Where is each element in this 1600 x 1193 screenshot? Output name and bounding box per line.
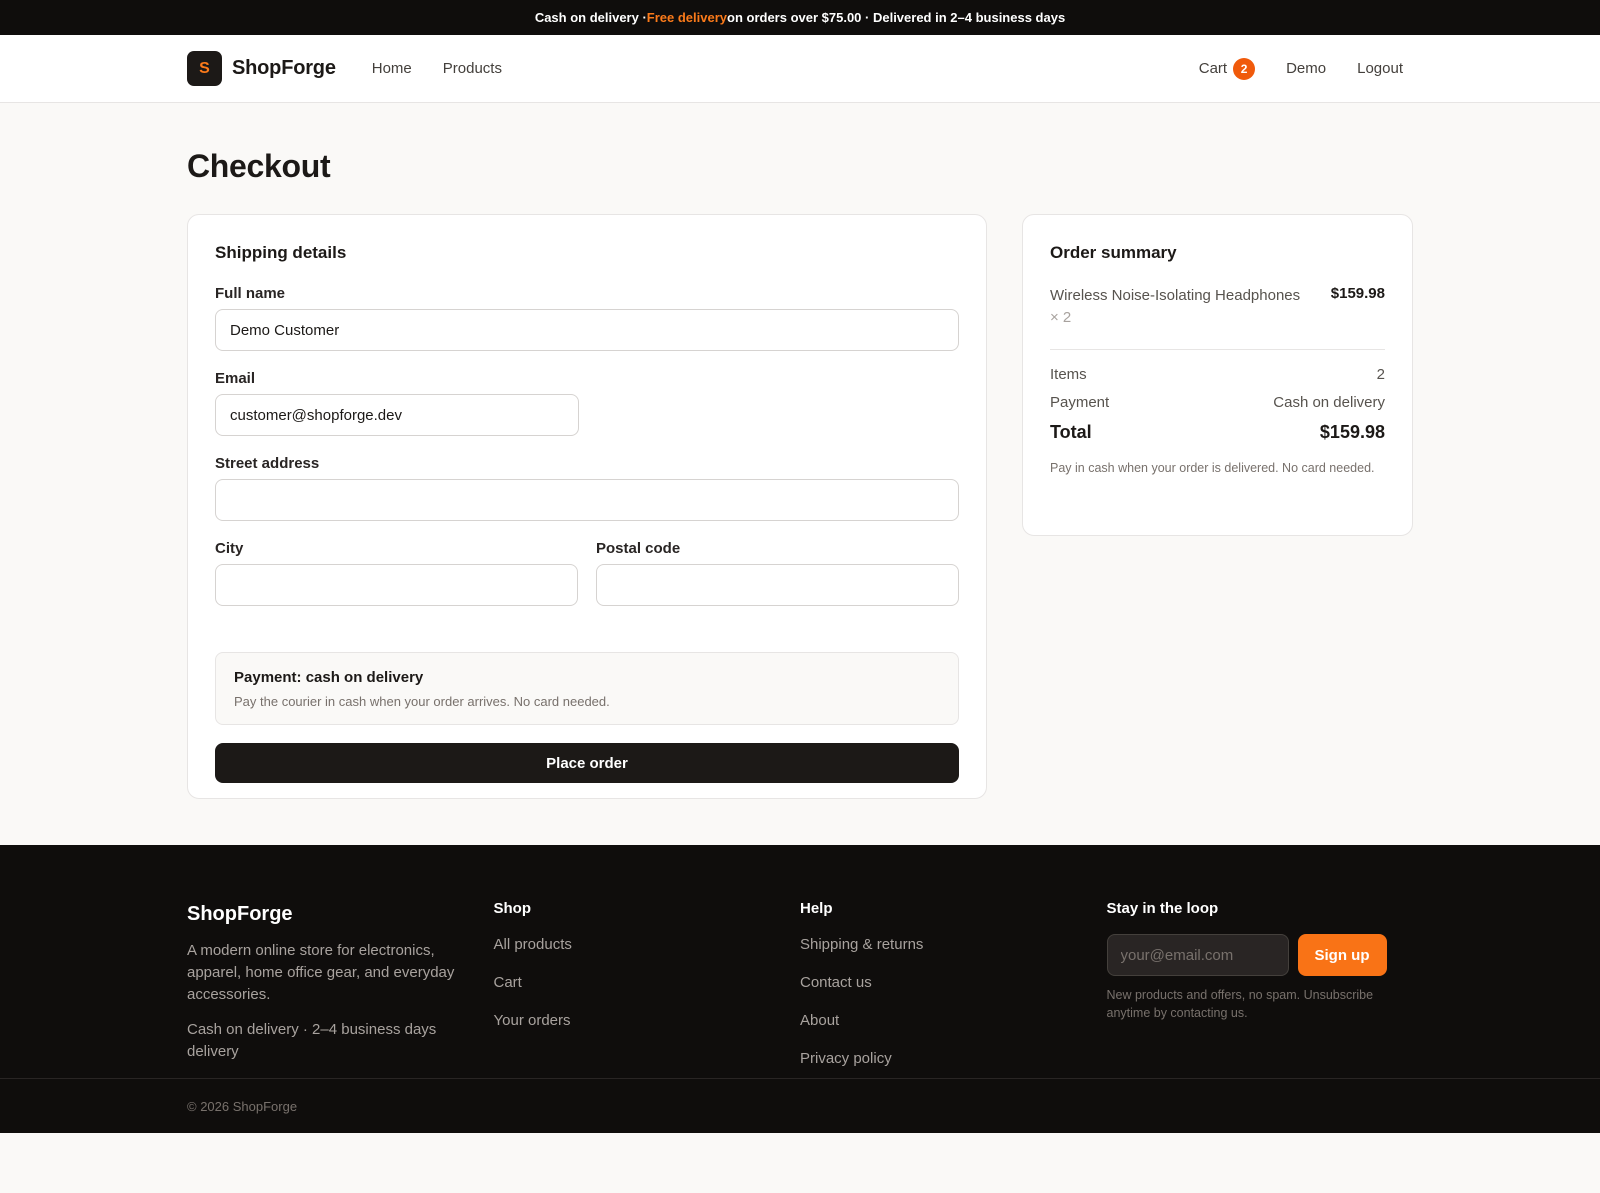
logo-icon: S: [187, 51, 222, 86]
postal-code-label: Postal code: [596, 540, 681, 557]
city-label: City: [215, 540, 244, 557]
email-field: Email: [215, 370, 959, 436]
announcement-highlight: Free delivery: [646, 10, 728, 25]
footer-brand-column: ShopForge A modern online store for elec…: [187, 900, 494, 1088]
footer-link-all-products[interactable]: All products: [494, 936, 801, 953]
footer-newsletter-column: Stay in the loop Sign up New products an…: [1106, 900, 1414, 1088]
copyright-bar: © 2026 ShopForge: [0, 1078, 1600, 1133]
email-label: Email: [215, 370, 256, 387]
page-title: Checkout: [187, 148, 331, 184]
nav-link-home[interactable]: Home: [372, 60, 412, 77]
footer-shop-title: Shop: [493, 900, 532, 917]
summary-payment-value: Cash on delivery: [1273, 394, 1385, 411]
full-name-input[interactable]: [215, 309, 959, 351]
footer-shop-column: Shop All products Cart Your orders: [494, 900, 801, 1088]
nav-link-products[interactable]: Products: [443, 60, 502, 77]
newsletter-note: New products and offers, no spam. Unsubs…: [1106, 988, 1374, 1020]
order-summary-card: Order summary Wireless Noise-Isolating H…: [1022, 214, 1413, 536]
announcement-bar: Cash on delivery · Free delivery on orde…: [0, 0, 1600, 35]
logo[interactable]: S ShopForge: [187, 51, 336, 86]
payment-method-box: Payment: cash on delivery Pay the courie…: [215, 652, 959, 725]
footer-delivery-info: Cash on delivery · 2–4 business days del…: [187, 1021, 437, 1060]
summary-item-name: Wireless Noise-Isolating Headphones: [1050, 287, 1301, 304]
summary-note: Pay in cash when your order is delivered…: [1050, 461, 1375, 475]
footer-brand: ShopForge: [187, 903, 293, 925]
cart-label: Cart: [1198, 60, 1228, 77]
footer-help-title: Help: [800, 900, 833, 917]
summary-total-row: Total $159.98: [1050, 422, 1385, 443]
footer-help-column: Help Shipping & returns Contact us About…: [800, 900, 1107, 1088]
announcement-text-rest: on orders over $75.00 · Delivered in 2–4…: [727, 10, 1066, 25]
shipping-details-title: Shipping details: [215, 243, 347, 262]
summary-item-qty: × 2: [1050, 309, 1072, 326]
summary-items-row: Items 2: [1050, 366, 1385, 383]
footer-link-your-orders[interactable]: Your orders: [494, 1012, 801, 1029]
footer-link-shipping-returns[interactable]: Shipping & returns: [800, 936, 1107, 953]
footer-link-cart[interactable]: Cart: [494, 974, 801, 991]
footer-columns: ShopForge A modern online store for elec…: [187, 845, 1413, 1088]
user-link[interactable]: Demo: [1286, 60, 1326, 77]
place-order-button[interactable]: Place order: [215, 743, 959, 783]
signup-button[interactable]: Sign up: [1297, 934, 1387, 976]
site-footer: ShopForge A modern online store for elec…: [0, 845, 1600, 1133]
copyright-text: © 2026 ShopForge: [187, 1098, 298, 1114]
logout-link[interactable]: Logout: [1357, 60, 1403, 77]
street-address-input[interactable]: [215, 479, 959, 521]
payment-method-desc: Pay the courier in cash when your order …: [234, 694, 610, 709]
newsletter-email-input[interactable]: [1106, 934, 1289, 976]
street-address-field: Street address: [215, 455, 959, 521]
full-name-label: Full name: [215, 285, 286, 302]
email-input[interactable]: [215, 394, 579, 436]
brand-name: ShopForge: [232, 57, 336, 79]
city-postal-row: City Postal code: [215, 540, 959, 625]
summary-total-value: $159.98: [1319, 422, 1385, 442]
footer-link-contact[interactable]: Contact us: [800, 974, 1107, 991]
nav-links: Home Products: [372, 60, 502, 77]
summary-payment-row: Payment Cash on delivery: [1050, 394, 1385, 411]
payment-method-title: Payment: cash on delivery: [234, 669, 424, 686]
postal-code-field: Postal code: [596, 540, 959, 606]
newsletter-form: Sign up: [1106, 934, 1414, 976]
city-input[interactable]: [215, 564, 578, 606]
order-summary-title: Order summary: [1050, 243, 1177, 262]
footer-description: A modern online store for electronics, a…: [187, 942, 455, 1003]
street-address-label: Street address: [215, 455, 320, 472]
nav-right: Cart 2 Demo Logout: [1198, 57, 1403, 80]
summary-item-price: $159.98: [1330, 285, 1385, 302]
city-field: City: [215, 540, 578, 606]
footer-link-privacy[interactable]: Privacy policy: [800, 1050, 1107, 1067]
footer-link-about[interactable]: About: [800, 1012, 1107, 1029]
cart-count-badge: 2: [1233, 57, 1256, 80]
full-name-field: Full name: [215, 285, 959, 351]
main-content: Checkout Shipping details Full name Emai…: [0, 103, 1600, 845]
summary-item-name-block: Wireless Noise-Isolating Headphones × 2: [1050, 285, 1300, 329]
summary-line-item: Wireless Noise-Isolating Headphones × 2 …: [1050, 285, 1385, 350]
postal-code-input[interactable]: [596, 564, 959, 606]
summary-total-label: Total: [1050, 422, 1092, 442]
summary-items-label: Items: [1050, 366, 1087, 383]
newsletter-title: Stay in the loop: [1106, 900, 1219, 917]
summary-payment-label: Payment: [1050, 394, 1110, 411]
summary-items-value: 2: [1376, 366, 1385, 383]
announcement-text: Cash on delivery ·: [534, 10, 647, 25]
top-nav: S ShopForge Home Products Cart 2 Demo Lo…: [0, 35, 1600, 103]
shipping-details-card: Shipping details Full name Email Street …: [187, 214, 987, 799]
cart-link[interactable]: Cart 2: [1198, 57, 1256, 80]
